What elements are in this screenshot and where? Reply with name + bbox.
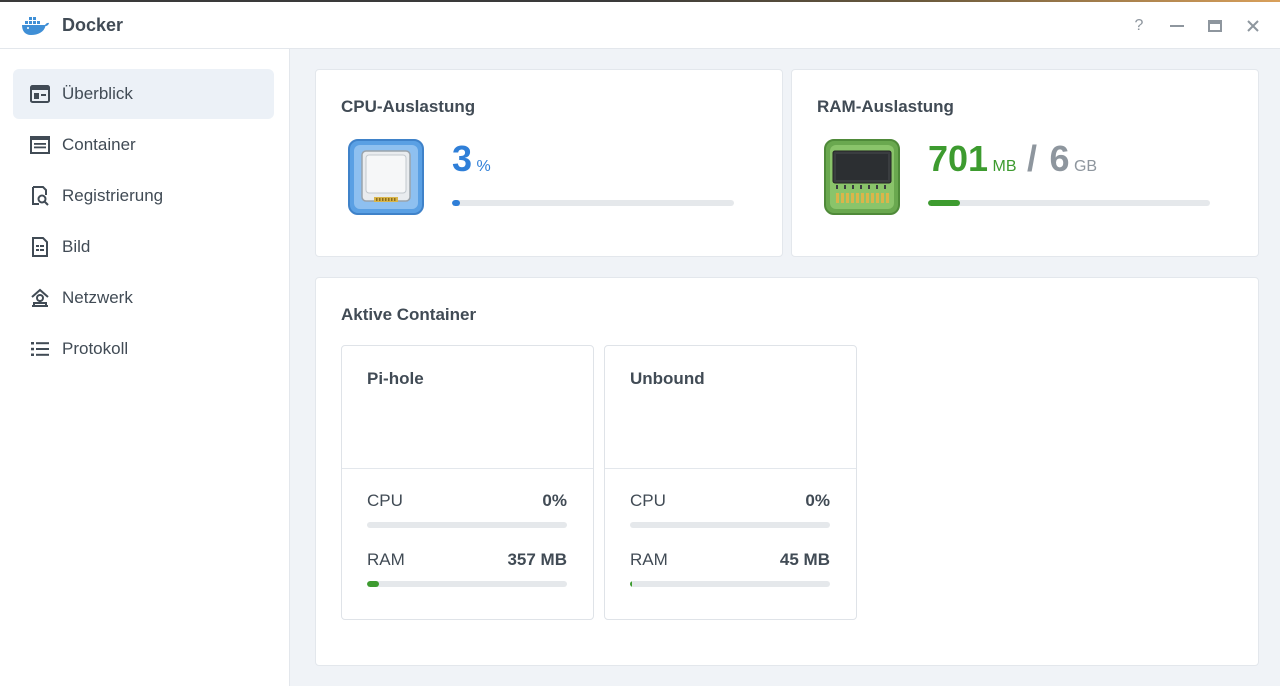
- cpu-bar: [367, 522, 567, 528]
- active-containers-title: Aktive Container: [341, 305, 477, 324]
- sidebar-item-overview[interactable]: Überblick: [13, 69, 274, 119]
- ram-bar-fill: [630, 581, 632, 587]
- network-icon: [29, 288, 51, 308]
- ram-label: RAM: [367, 550, 405, 569]
- help-icon[interactable]: ?: [1130, 17, 1148, 35]
- docker-logo-icon: [22, 17, 49, 35]
- ram-usage-bar: [928, 200, 1210, 206]
- ram-value: 45 MB: [779, 550, 830, 569]
- ram-module-icon: [824, 139, 900, 215]
- ram-bar: [367, 581, 567, 587]
- ram-value: 357 MB: [507, 550, 567, 569]
- cpu-panel-title: CPU-Auslastung: [341, 97, 476, 116]
- registry-icon: [29, 186, 51, 206]
- sidebar-item-label: Netzwerk: [62, 288, 133, 307]
- ram-used-unit: MB: [992, 158, 1017, 175]
- cpu-usage-bar: [452, 200, 734, 206]
- sidebar-item-log[interactable]: Protokoll: [13, 324, 274, 374]
- ram-bar: [630, 581, 830, 587]
- cpu-usage-value: 3: [452, 138, 473, 179]
- ram-total-unit: GB: [1073, 158, 1098, 175]
- cpu-bar: [630, 522, 830, 528]
- sidebar-item-label: Überblick: [62, 84, 133, 103]
- ram-separator: /: [1026, 138, 1037, 179]
- ram-bar-fill: [367, 581, 379, 587]
- cpu-value: 0%: [805, 491, 830, 510]
- sidebar-item-label: Bild: [62, 237, 91, 256]
- image-icon: [29, 237, 51, 257]
- sidebar-item-container[interactable]: Container: [13, 120, 274, 170]
- minimize-button[interactable]: [1168, 17, 1186, 35]
- cpu-usage-bar-fill: [452, 200, 461, 206]
- container-name: Unbound: [630, 369, 705, 388]
- sidebar-item-network[interactable]: Netzwerk: [13, 273, 274, 323]
- active-containers-panel: Aktive Container Pi-hole CPU 0% RAM 357 …: [315, 277, 1259, 666]
- sidebar-item-label: Registrierung: [62, 186, 164, 205]
- ram-usage-bar-fill: [928, 200, 961, 206]
- card-divider: [605, 468, 856, 469]
- container-card-unbound[interactable]: Unbound CPU 0% RAM 45 MB: [604, 345, 857, 620]
- cpu-usage-unit: %: [476, 158, 491, 175]
- sidebar-item-registry[interactable]: Registrierung: [13, 171, 274, 221]
- maximize-button[interactable]: [1206, 17, 1224, 35]
- sidebar-item-image[interactable]: Bild: [13, 222, 274, 272]
- sidebar-item-label: Protokoll: [62, 339, 129, 358]
- cpu-label: CPU: [367, 491, 403, 510]
- ram-label: RAM: [630, 550, 668, 569]
- app-title: Docker: [62, 14, 124, 35]
- cpu-usage-panel: CPU-Auslastung 3 %: [315, 69, 783, 257]
- container-icon: [29, 135, 51, 155]
- cpu-chip-icon: [348, 139, 424, 215]
- ram-panel-title: RAM-Auslastung: [817, 97, 954, 116]
- ram-usage-panel: RAM-Auslastung 701 MB / 6 GB: [791, 69, 1259, 257]
- close-button[interactable]: [1244, 17, 1262, 35]
- container-name: Pi-hole: [367, 369, 424, 388]
- card-divider: [342, 468, 593, 469]
- container-card-pihole[interactable]: Pi-hole CPU 0% RAM 357 MB: [341, 345, 594, 620]
- cpu-label: CPU: [630, 491, 666, 510]
- ram-used-value: 701: [928, 138, 989, 179]
- cpu-value: 0%: [542, 491, 567, 510]
- sidebar-item-label: Container: [62, 135, 136, 154]
- sidebar: Überblick Container Registrierung Bild N…: [0, 49, 290, 686]
- ram-total-value: 6: [1049, 138, 1070, 179]
- overview-icon: [29, 84, 51, 104]
- log-icon: [29, 339, 51, 359]
- title-bar: Docker ?: [0, 2, 1280, 49]
